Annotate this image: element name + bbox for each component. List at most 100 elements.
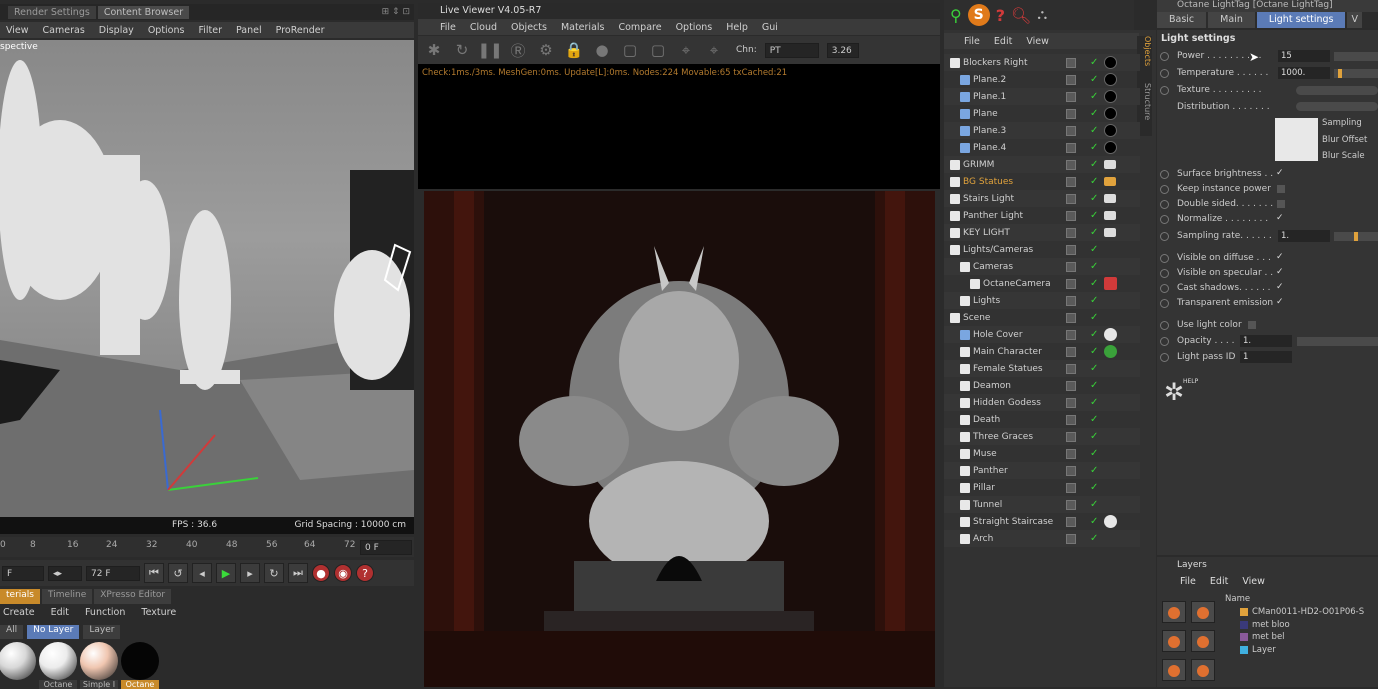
anim-dot-icon[interactable] [1160,352,1169,362]
lv-menu-options[interactable]: Options [676,22,713,33]
material-tag-icon[interactable] [1104,124,1117,137]
layers-menu-edit[interactable]: Edit [1210,576,1228,587]
tab-content-browser[interactable]: Content Browser [97,5,190,19]
menu-edit[interactable]: Edit [51,607,69,623]
menu-panel[interactable]: Panel [236,25,262,36]
visibility-toggle[interactable] [1066,363,1076,374]
sampling-rate-slider[interactable] [1334,232,1378,241]
temperature-slider[interactable] [1334,69,1378,78]
material-tag-icon[interactable] [1104,515,1117,528]
surface-brightness-checkbox[interactable]: ✓ [1276,168,1284,178]
object-row[interactable]: Tunnel ✓ [944,496,1140,513]
tab-light-settings[interactable]: Light settings [1256,12,1346,28]
filter-layer[interactable]: Layer [83,625,121,639]
enabled-check-icon[interactable]: ✓ [1090,380,1098,391]
object-row[interactable]: Muse ✓ [944,445,1140,462]
enabled-check-icon[interactable]: ✓ [1090,346,1098,357]
temperature-field[interactable]: 1000. [1278,67,1330,79]
object-row[interactable]: Plane.4 ✓ [944,139,1140,156]
anim-dot-icon[interactable] [1160,298,1169,308]
object-row[interactable]: OctaneCamera ✓ [944,275,1140,292]
menu-view[interactable]: View [6,25,29,36]
timeline-ruler[interactable]: 0 8 16 24 32 40 48 56 64 72 0 F [0,537,414,557]
enabled-check-icon[interactable]: ✓ [1090,465,1098,476]
visibility-toggle[interactable] [1066,295,1076,306]
object-row[interactable]: Main Character ✓ [944,343,1140,360]
material-tag-icon[interactable] [1104,73,1117,86]
object-row[interactable]: Cameras ✓ [944,258,1140,275]
tab-render-settings[interactable]: Render Settings [8,5,96,19]
object-row[interactable]: Panther ✓ [944,462,1140,479]
filter-no-layer[interactable]: No Layer [27,625,80,639]
layer-color-swatch[interactable] [1240,633,1248,641]
object-row[interactable]: Plane.1 ✓ [944,88,1140,105]
visibility-toggle[interactable] [1066,465,1076,476]
prev-key-icon[interactable]: ↺ [168,563,188,583]
layer-color-swatch[interactable] [1240,645,1248,654]
layer-merge-button[interactable] [1191,630,1215,652]
object-row[interactable]: Plane ✓ [944,105,1140,122]
enabled-check-icon[interactable]: ✓ [1090,227,1098,238]
enabled-check-icon[interactable]: ✓ [1090,57,1098,68]
tab-v[interactable]: V [1347,12,1362,28]
frame-stepper[interactable]: ◂▸ [48,565,82,581]
layer-select-button[interactable] [1162,659,1186,681]
octane-light-tag-icon[interactable] [1104,160,1116,169]
object-row[interactable]: Arch ✓ [944,530,1140,547]
next-frame-icon[interactable]: ▸ [240,563,260,583]
enabled-check-icon[interactable]: ✓ [1090,482,1098,493]
pick-focus-icon[interactable]: ⌖ [676,40,696,60]
region-render-icon[interactable]: Ⓡ [508,40,528,60]
material-tag-icon[interactable] [1104,90,1117,103]
visibility-toggle[interactable] [1066,278,1076,289]
enabled-check-icon[interactable]: ✓ [1090,431,1098,442]
prev-frame-icon[interactable]: ◂ [192,563,212,583]
enabled-check-icon[interactable]: ✓ [1090,516,1098,527]
zoom-field[interactable]: 3.26 [826,42,859,58]
send-scene-icon[interactable]: ✱ [424,40,444,60]
settings-gear-icon[interactable]: ⚙ [536,40,556,60]
enabled-check-icon[interactable]: ✓ [1090,108,1098,119]
double-sided-checkbox[interactable] [1277,200,1285,208]
subsampling-icon[interactable]: ▢ [648,40,668,60]
visibility-toggle[interactable] [1066,261,1076,272]
help-question-icon[interactable]: ? [996,6,1005,25]
visibility-toggle[interactable] [1066,312,1076,323]
object-row[interactable]: Deamon ✓ [944,377,1140,394]
normalize-checkbox[interactable]: ✓ [1276,213,1284,223]
menu-options[interactable]: Options [148,25,185,36]
visibility-toggle[interactable] [1066,244,1076,255]
visibility-toggle[interactable] [1066,499,1076,510]
anim-dot-icon[interactable] [1160,283,1169,293]
autokey-icon[interactable]: ◉ [334,564,352,582]
tab-xpresso-editor[interactable]: XPresso Editor [94,589,172,604]
next-key-icon[interactable]: ↻ [264,563,284,583]
menu-create[interactable]: Create [3,607,35,623]
object-row[interactable]: Three Graces ✓ [944,428,1140,445]
current-frame-field[interactable]: 0 F [360,540,412,555]
side-tab-objects[interactable]: Objects [1143,36,1152,66]
om-menu-view[interactable]: View [1026,36,1049,47]
enabled-check-icon[interactable]: ✓ [1090,244,1098,255]
menu-prorender[interactable]: ProRender [276,25,325,36]
anim-dot-icon[interactable] [1160,320,1169,330]
visibility-toggle[interactable] [1066,533,1076,544]
anim-dot-icon[interactable] [1160,51,1169,61]
enabled-check-icon[interactable]: ✓ [1090,261,1098,272]
layer-row[interactable]: Layer [1240,645,1276,655]
visibility-toggle[interactable] [1066,397,1076,408]
material-thumbnail[interactable] [0,642,36,680]
visibility-toggle[interactable] [1066,414,1076,425]
octane-light-tag-icon[interactable] [1104,177,1116,186]
anim-dot-icon[interactable] [1160,199,1169,209]
sampling-rate-slider-knob[interactable] [1354,232,1358,241]
visibility-toggle[interactable] [1066,380,1076,391]
enabled-check-icon[interactable]: ✓ [1090,363,1098,374]
window-controls-icon[interactable]: ⊞ ⇕ ⊡ [382,7,410,17]
object-row[interactable]: GRIMM ✓ [944,156,1140,173]
sampling-rate-field[interactable]: 1. [1278,230,1330,242]
lv-menu-gui[interactable]: Gui [762,22,778,33]
keep-instance-power-checkbox[interactable] [1277,185,1285,193]
material-tag-icon[interactable] [1104,345,1117,358]
camera-tag-icon[interactable] [1104,277,1117,290]
